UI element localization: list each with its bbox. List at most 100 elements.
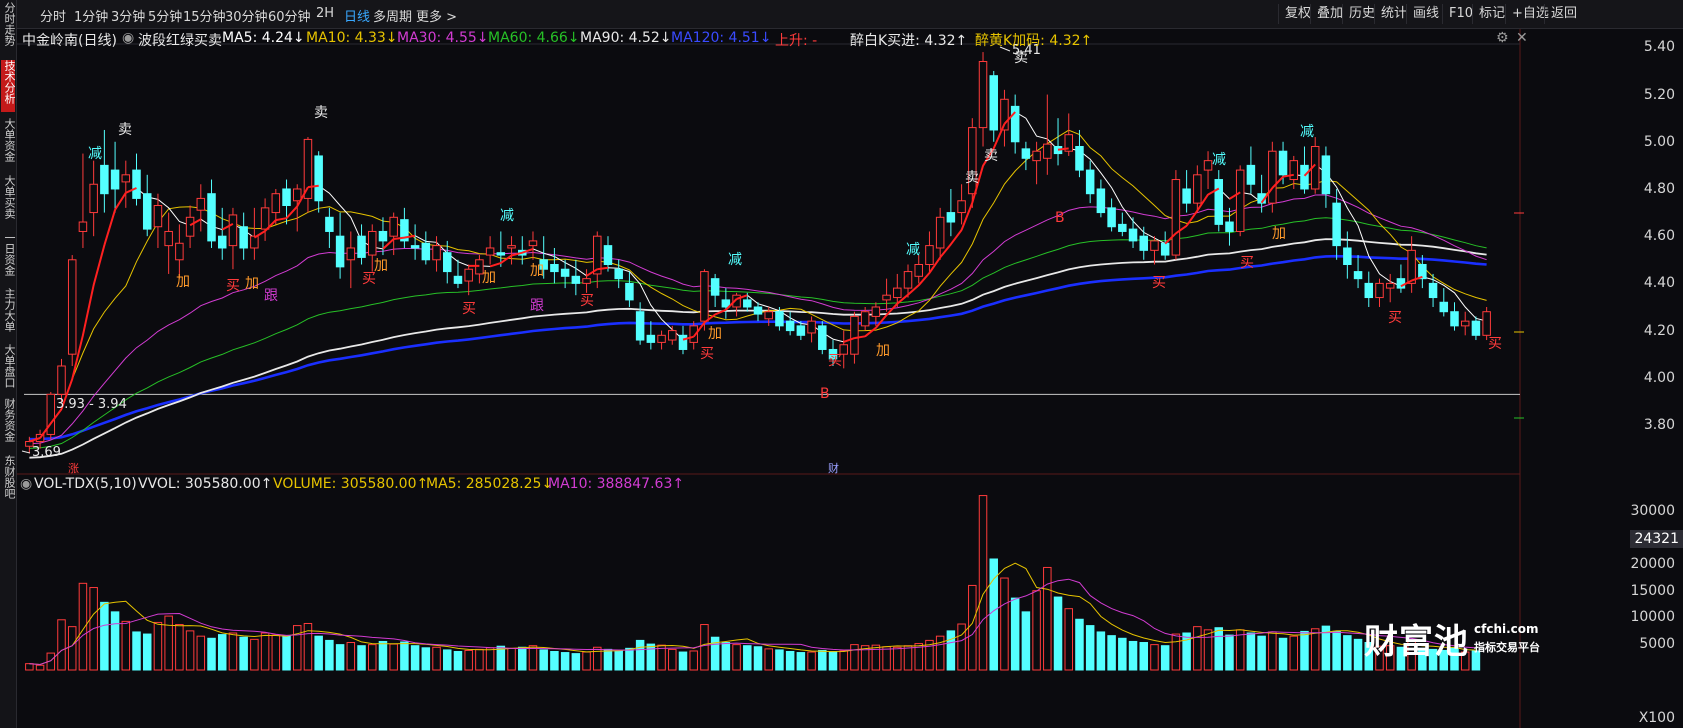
candle-body (153, 204, 163, 228)
candle-body (228, 214, 238, 247)
chart-annotation: 跟 (264, 288, 278, 304)
tab-timeframe-7[interactable]: 2H (316, 6, 334, 21)
volume-bar (796, 652, 806, 671)
chart-annotation: B (820, 386, 830, 402)
volume-bar (989, 558, 998, 671)
tab-timeframe-3[interactable]: 5分钟 (148, 6, 182, 25)
sidebar-item-1[interactable]: 技术分析 (1, 60, 16, 112)
candle-body (207, 193, 216, 242)
volume-bar (335, 644, 345, 671)
volume-bar (1214, 627, 1224, 671)
sidebar-item-4[interactable]: 一日资金 (1, 232, 16, 284)
chart-annotation: 加 (482, 270, 496, 286)
candle-body (989, 75, 998, 131)
volume-bar (367, 644, 377, 671)
vol-vvol: VVOL: 305580.00↑ (138, 476, 273, 492)
candle-body (1107, 207, 1116, 228)
volume-bar (507, 647, 516, 671)
candle-body (1075, 145, 1084, 171)
legend-ma90: MA90: 4.52↓ (580, 30, 672, 46)
sidebar-item-3[interactable]: 大单买卖 (1, 175, 16, 227)
sidebar-item-0[interactable]: 分时走势 (1, 2, 16, 54)
volume-bar (1353, 638, 1363, 671)
vol-gear-icon[interactable]: ◉ (20, 476, 32, 492)
settings-icon[interactable]: ⚙ (1496, 30, 1509, 46)
candle-body (164, 230, 173, 247)
candle-body (142, 193, 152, 230)
candle-body (1043, 143, 1052, 159)
volume-bar (785, 651, 795, 671)
tab-timeframe-4[interactable]: 15分钟 (183, 6, 226, 25)
volume-bar (292, 625, 302, 671)
tab-timeframe-8[interactable]: 日线 (344, 6, 370, 25)
volume-bar (1064, 608, 1073, 671)
volume-bar (764, 648, 773, 671)
volume-bar (1203, 629, 1213, 671)
candle-body (1160, 242, 1170, 256)
volume-bar (818, 649, 827, 671)
sidebar-item-2[interactable]: 大单资金 (1, 118, 16, 170)
volume-bar (1160, 645, 1170, 671)
volume-bar (260, 632, 270, 671)
volume-bar (464, 649, 473, 671)
tab-timeframe-5[interactable]: 30分钟 (225, 6, 268, 25)
volume-bar (100, 601, 109, 671)
chart-annotation: 减 (1300, 124, 1314, 140)
candle-body (1268, 150, 1277, 204)
volume-bar (571, 653, 581, 671)
volume-bar (314, 635, 323, 671)
candle-body (1471, 320, 1481, 336)
gear-icon[interactable]: ◉ (122, 30, 134, 46)
volume-bar (378, 640, 388, 671)
candle-body (710, 278, 720, 296)
chart-annotation: 加 (708, 326, 722, 342)
candle-body (1439, 301, 1449, 313)
indicator-name[interactable]: 波段红绿买卖 (138, 30, 222, 50)
tab-timeframe-9[interactable]: 多周期 (373, 6, 412, 25)
candle-body (217, 235, 227, 249)
candle-body (282, 188, 291, 206)
volume-bar (1182, 632, 1191, 671)
volume-cursor-value: 24321 (1630, 530, 1683, 548)
sidebar-item-8[interactable]: 东财股吧 (1, 455, 16, 507)
price-tick-label: 5.00 (1643, 133, 1675, 150)
tab-timeframe-6[interactable]: 60分钟 (268, 6, 311, 25)
chart-annotation: 3.69 (32, 445, 61, 460)
sidebar-item-6[interactable]: 大单盘口 (1, 344, 16, 396)
volume-bar (668, 648, 677, 671)
volume-bar (67, 626, 77, 671)
chart-annotation: 减 (88, 146, 102, 162)
tab-timeframe-1[interactable]: 1分钟 (74, 6, 108, 25)
volume-bar (1128, 640, 1138, 671)
volume-bar (1193, 626, 1202, 671)
sidebar-item-7[interactable]: 财务资金 (1, 398, 16, 450)
tab-timeframe-0[interactable]: 分时 (40, 6, 66, 25)
tab-timeframe-2[interactable]: 3分钟 (111, 6, 145, 25)
candle-body (453, 275, 463, 284)
candle-body (239, 226, 248, 249)
candle-body (78, 221, 88, 232)
candle-body (250, 235, 259, 249)
candle-body (785, 320, 795, 332)
legend-ma10: MA10: 4.33↓ (306, 30, 398, 46)
candle-body (1246, 164, 1256, 185)
sidebar-item-5[interactable]: 主力大单 (1, 288, 16, 340)
volume-bar (1150, 644, 1159, 671)
volume-bar (1085, 625, 1095, 671)
candle-body (1482, 311, 1491, 336)
toolbar-button-4[interactable]: 画线 (1406, 4, 1445, 24)
candle-body (978, 61, 988, 129)
volume-bar (196, 635, 206, 671)
candle-body (1300, 164, 1309, 190)
tab-timeframe-10[interactable]: 更多 > (416, 6, 457, 25)
candle-body (121, 174, 131, 183)
volume-bar (678, 651, 688, 671)
candle-body (764, 311, 773, 320)
toolbar-button-8[interactable]: 返回 (1544, 4, 1583, 24)
vol-indicator-name[interactable]: VOL-TDX(5,10) (34, 476, 137, 492)
chart-annotation: 买 (1388, 310, 1402, 326)
chart-annotation: 加 (1272, 226, 1286, 242)
chart-annotation: 卖 (984, 148, 998, 164)
volume-bar (282, 635, 291, 671)
close-icon[interactable]: ✕ (1516, 30, 1528, 46)
